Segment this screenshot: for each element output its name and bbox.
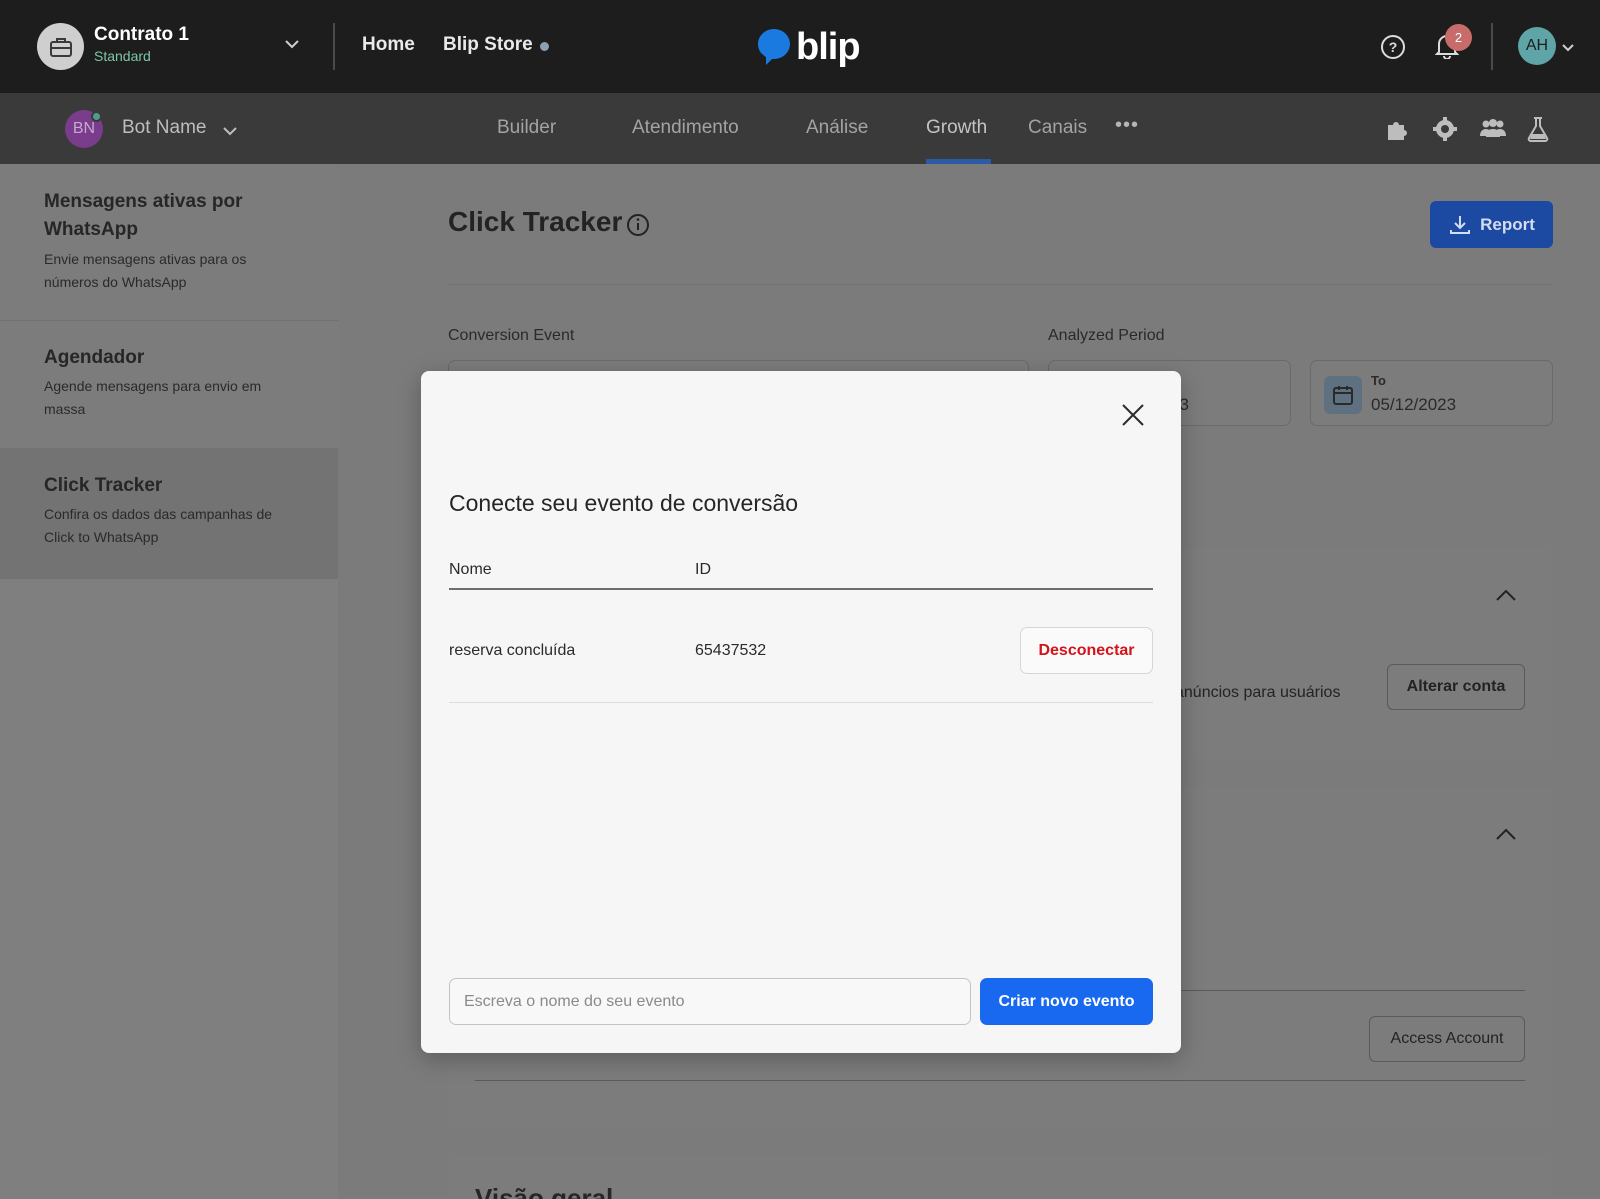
close-icon[interactable] <box>1121 403 1145 432</box>
disconnect-button[interactable]: Desconectar <box>1020 627 1153 674</box>
sidebar-item-description: Envie mensagens ativas para os números d… <box>44 251 247 290</box>
conversion-event-label: Conversion Event <box>448 327 575 344</box>
contract-plan: Standard <box>94 48 151 64</box>
tab-atendimento[interactable]: Atendimento <box>632 117 739 139</box>
sidebar-item-title: Mensagens ativas por WhatsApp <box>44 191 243 240</box>
home-link[interactable]: Home <box>362 34 415 56</box>
tab-analise[interactable]: Análise <box>806 117 868 139</box>
top-bar: Contrato 1 Standard Home Blip Store blip… <box>0 0 1600 93</box>
blip-logo-icon <box>758 29 790 65</box>
row-divider <box>449 702 1153 703</box>
calendar-icon <box>1324 376 1362 414</box>
tab-canais[interactable]: Canais <box>1028 117 1087 139</box>
sidebar-item-title: Click Tracker <box>44 475 163 496</box>
more-tabs-button[interactable]: ••• <box>1115 114 1139 137</box>
column-header-name: Nome <box>449 561 492 578</box>
change-account-button[interactable]: Alterar conta <box>1387 664 1525 710</box>
divider <box>333 23 335 70</box>
chevron-down-icon[interactable] <box>284 36 300 54</box>
sidebar-item-agendador[interactable]: Agendador Agende mensagens para envio em… <box>0 321 338 449</box>
help-icon[interactable]: ? <box>1380 34 1406 65</box>
report-label: Report <box>1480 214 1535 234</box>
access-account-button[interactable]: Access Account <box>1369 1016 1525 1062</box>
column-header-id: ID <box>695 561 711 578</box>
overview-card <box>448 1156 1553 1199</box>
bot-status-dot <box>91 111 102 122</box>
create-event-button[interactable]: Criar novo evento <box>980 978 1153 1025</box>
connect-event-modal: Conecte seu evento de conversão Nome ID … <box>421 371 1181 1053</box>
page-title: Click Tracker <box>448 206 623 237</box>
info-icon[interactable] <box>626 213 650 242</box>
user-avatar[interactable]: AH <box>1518 27 1556 65</box>
divider <box>475 1080 1525 1081</box>
tab-builder[interactable]: Builder <box>497 117 556 139</box>
download-icon <box>1450 215 1471 234</box>
team-icon[interactable] <box>1479 116 1507 147</box>
sidebar-item-description: Confira os dados das campanhas de Click … <box>44 506 273 545</box>
chevron-up-icon[interactable] <box>1495 588 1517 607</box>
tab-growth[interactable]: Growth <box>926 117 987 139</box>
bot-name[interactable]: Bot Name <box>122 117 206 139</box>
event-name-cell: reserva concluída <box>449 642 576 659</box>
divider <box>1491 23 1493 70</box>
bot-nav-bar: BN Bot Name Builder Atendimento Análise … <box>0 93 1600 164</box>
growth-sidebar: Mensagens ativas por WhatsApp Envie mens… <box>0 164 338 1199</box>
event-id-cell: 65437532 <box>695 642 767 659</box>
flask-icon[interactable] <box>1526 116 1550 147</box>
svg-text:?: ? <box>1389 39 1398 55</box>
analyzed-period-label: Analyzed Period <box>1048 327 1165 344</box>
chevron-down-icon[interactable] <box>222 123 238 141</box>
to-date-value: 05/12/2023 <box>1371 395 1457 414</box>
sidebar-item-mensagens-ativas[interactable]: Mensagens ativas por WhatsApp Envie mens… <box>0 164 338 321</box>
blip-logo[interactable]: blip <box>756 24 861 70</box>
chevron-up-icon[interactable] <box>1495 827 1517 846</box>
divider <box>448 284 1553 285</box>
report-button[interactable]: Report <box>1430 201 1553 248</box>
overview-title: Visão geral <box>475 1183 614 1199</box>
header-divider <box>449 588 1153 590</box>
puzzle-icon[interactable] <box>1385 116 1411 147</box>
divider <box>1175 990 1525 991</box>
briefcase-icon[interactable] <box>37 23 84 70</box>
notification-badge: 2 <box>1445 24 1472 51</box>
sidebar-item-click-tracker[interactable]: Click Tracker Confira os dados das campa… <box>0 449 338 579</box>
account-card-text: anúncios para usuários <box>1175 684 1341 701</box>
store-status-dot <box>540 42 549 51</box>
sidebar-item-title: Agendador <box>44 347 145 368</box>
to-label: To <box>1371 373 1386 388</box>
contract-name[interactable]: Contrato 1 <box>94 24 189 46</box>
logo-text: blip <box>796 25 861 68</box>
event-name-input[interactable] <box>449 978 971 1025</box>
sidebar-item-description: Agende mensagens para envio em massa <box>44 378 262 417</box>
chevron-down-icon[interactable] <box>1561 40 1575 58</box>
blip-store-link[interactable]: Blip Store <box>443 34 533 56</box>
gear-icon[interactable] <box>1432 116 1458 147</box>
modal-title: Conecte seu evento de conversão <box>449 490 799 516</box>
